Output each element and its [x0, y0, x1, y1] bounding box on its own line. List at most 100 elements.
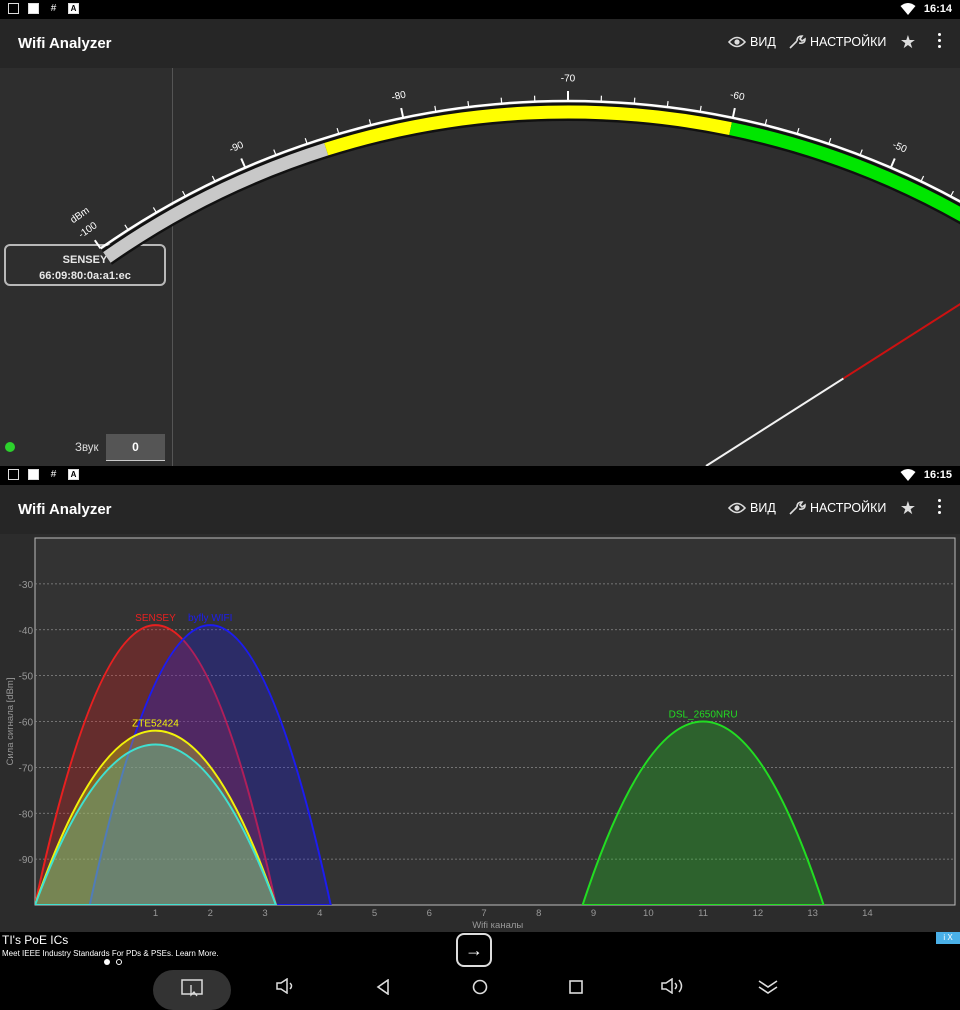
- meter-major-tick: [733, 108, 735, 118]
- x-tick-label: 14: [862, 908, 873, 919]
- y-tick-label: -50: [19, 672, 34, 683]
- ad-title[interactable]: TI's PoE ICs: [2, 933, 68, 947]
- back-icon[interactable]: [376, 979, 390, 995]
- more-menu-icon[interactable]: [938, 499, 942, 517]
- wifi-signal-icon: [900, 468, 916, 482]
- volume-down-icon[interactable]: [275, 978, 299, 994]
- settings-label: НАСТРОЙКИ: [810, 35, 886, 49]
- ad-page-dots: [104, 959, 122, 965]
- y-tick-label: -70: [19, 763, 34, 774]
- meter-minor-tick: [125, 225, 128, 230]
- a-box-icon: A: [68, 469, 79, 480]
- y-tick-label: -30: [19, 580, 34, 591]
- settings-button-2[interactable]: НАСТРОЙКИ: [788, 501, 886, 515]
- hide-nav-icon[interactable]: [757, 979, 779, 995]
- settings-button[interactable]: НАСТРОЙКИ: [788, 35, 886, 49]
- image-icon: [8, 3, 19, 14]
- meter-needle-base: [706, 378, 843, 466]
- view-label: ВИД: [750, 35, 776, 49]
- series-label: ZTE52424: [132, 719, 179, 730]
- status-icons: # A: [8, 3, 79, 14]
- navigation-bar: [0, 968, 960, 1000]
- youtube-icon: [28, 3, 39, 14]
- y-tick-label: -80: [19, 809, 34, 820]
- status-icons-2: # A: [8, 469, 79, 480]
- ad-subtitle: Meet IEEE Industry Standards For PDs & P…: [2, 949, 219, 958]
- x-tick-label: 8: [536, 908, 541, 919]
- recent-apps-icon[interactable]: [569, 980, 583, 994]
- image-icon: [8, 469, 19, 480]
- meter-scale-arc: [101, 101, 960, 248]
- view-label-2: ВИД: [750, 501, 776, 515]
- meter-tick-label: -60: [729, 90, 746, 104]
- app-bar: Wifi Analyzer ВИД НАСТРОЙКИ ★: [0, 19, 960, 69]
- y-tick-label: -60: [19, 718, 34, 729]
- meter-minor-tick: [667, 101, 668, 107]
- x-tick-label: 9: [591, 908, 596, 919]
- ad-next-arrow-icon[interactable]: →: [456, 933, 492, 967]
- series-label: DSL_2650NRU: [669, 710, 738, 721]
- status-bar-2: # A 16:15: [0, 466, 960, 485]
- x-tick-label: 11: [698, 908, 708, 919]
- x-tick-label: 1: [153, 908, 158, 919]
- meter-minor-tick: [468, 101, 469, 107]
- wrench-icon: [788, 35, 806, 49]
- series-label: SENSEY: [135, 613, 176, 624]
- meter-minor-tick: [183, 191, 186, 196]
- screenshot-icon[interactable]: [181, 979, 203, 997]
- app-title: Wifi Analyzer: [18, 35, 112, 52]
- ad-dot-active: [104, 959, 110, 965]
- hash-icon: #: [48, 469, 59, 480]
- x-tick-label: 6: [427, 908, 432, 919]
- channel-graph-panel: -30-40-50-60-70-80-901234567891011121314…: [0, 534, 960, 932]
- meter-zone: [326, 112, 730, 149]
- hash-icon: #: [48, 3, 59, 14]
- star-icon[interactable]: ★: [900, 32, 916, 53]
- meter-tick-label: -90: [228, 139, 246, 155]
- meter-tick-label: -70: [561, 74, 576, 85]
- more-menu-icon[interactable]: [938, 33, 942, 51]
- x-tick-label: 3: [262, 908, 267, 919]
- y-tick-label: -40: [19, 626, 34, 637]
- meter-major-tick: [241, 158, 245, 167]
- x-tick-label: 10: [643, 908, 654, 919]
- x-tick-label: 13: [807, 908, 818, 919]
- meter-tick-label: -100: [77, 220, 100, 241]
- ad-info-badge[interactable]: i X: [936, 932, 960, 944]
- channel-chart: -30-40-50-60-70-80-901234567891011121314…: [0, 534, 960, 932]
- meter-minor-tick: [153, 207, 156, 212]
- meter-tick-label: -50: [891, 140, 909, 156]
- wrench-icon: [788, 501, 806, 515]
- x-tick-label: 2: [208, 908, 213, 919]
- meter-needle-tip: [843, 262, 960, 378]
- view-button-2[interactable]: ВИД: [728, 501, 776, 515]
- x-axis-label: Wifi каналы: [472, 920, 523, 931]
- x-tick-label: 7: [481, 908, 486, 919]
- x-tick-label: 4: [317, 908, 322, 919]
- a-box-icon: A: [68, 3, 79, 14]
- app-bar-2: Wifi Analyzer ВИД НАСТРОЙКИ ★: [0, 485, 960, 535]
- ad-dot: [116, 959, 122, 965]
- ad-banner[interactable]: TI's PoE ICs Meet IEEE Industry Standard…: [0, 932, 960, 968]
- youtube-icon: [28, 469, 39, 480]
- app-title-2: Wifi Analyzer: [18, 501, 112, 518]
- home-icon[interactable]: [472, 979, 488, 995]
- series-label: byfly WIFI: [188, 613, 232, 624]
- eye-icon: [728, 502, 746, 514]
- meter-tick-label: -80: [391, 89, 408, 103]
- status-bar: # A 16:14: [0, 0, 960, 19]
- signal-meter: -100-90-80-70-60-50-40dBm: [0, 68, 960, 466]
- status-time: 16:14: [924, 3, 952, 15]
- star-icon[interactable]: ★: [900, 498, 916, 519]
- wifi-signal-icon: [900, 2, 916, 16]
- signal-meter-panel: SENSEY 66:09:80:0a:a1:ec Звук 0 -100-90-…: [0, 68, 960, 466]
- meter-major-tick: [401, 108, 403, 118]
- volume-up-icon[interactable]: [660, 978, 688, 994]
- x-tick-label: 5: [372, 908, 377, 919]
- meter-minor-tick: [951, 191, 954, 196]
- meter-zone: [731, 129, 960, 258]
- view-button[interactable]: ВИД: [728, 35, 776, 49]
- meter-major-tick: [891, 158, 895, 167]
- y-tick-label: -90: [19, 855, 34, 866]
- x-tick-label: 12: [753, 908, 764, 919]
